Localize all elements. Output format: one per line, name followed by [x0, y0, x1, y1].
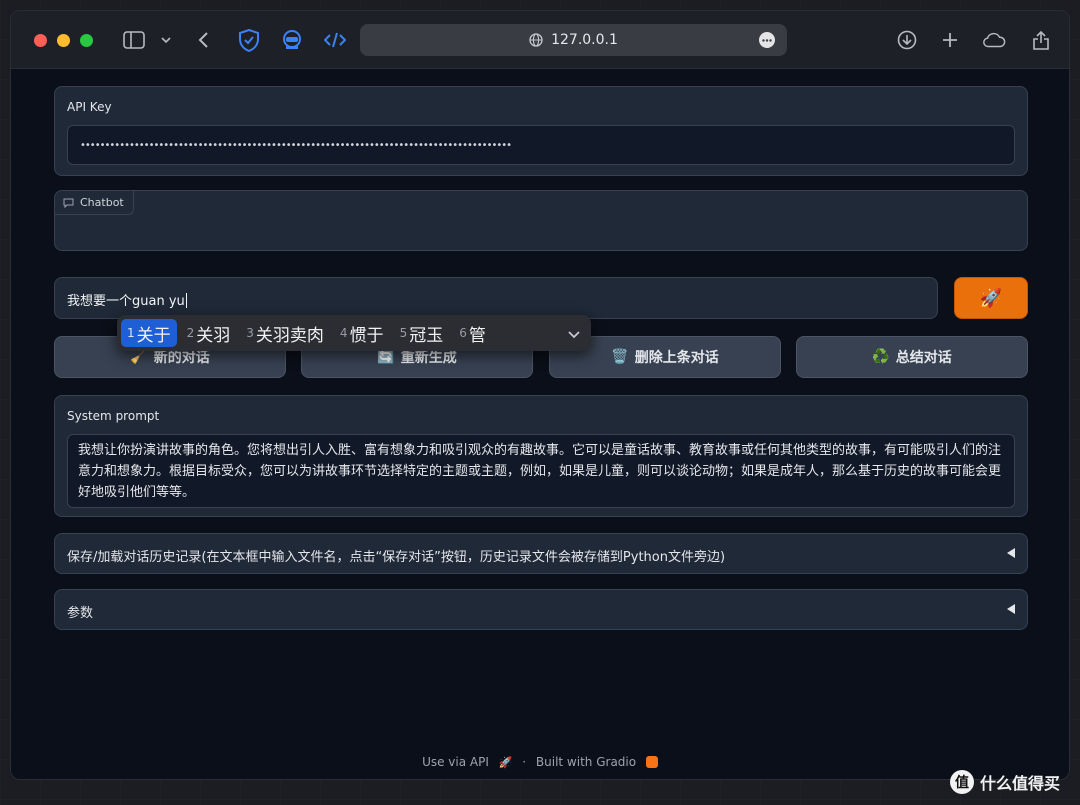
send-button[interactable]: 🚀 — [954, 277, 1028, 319]
ime-candidate[interactable]: 1 关于 — [121, 319, 177, 347]
recycle-icon: ♻️ — [872, 349, 890, 365]
ime-expand-chevron-icon[interactable] — [567, 324, 581, 343]
sidebar-toggle-icon[interactable] — [122, 28, 146, 52]
ime-candidate[interactable]: 5 冠玉 — [394, 319, 450, 347]
footer-separator: · — [522, 755, 527, 769]
minimize-window-button[interactable] — [57, 34, 70, 47]
globe-icon — [529, 33, 543, 47]
collapse-arrow-icon — [1007, 604, 1015, 614]
watermark-text: 什么值得买 — [980, 774, 1061, 793]
api-key-input[interactable]: ••••••••••••••••••••••••••••••••••••••••… — [67, 125, 1015, 165]
code-icon[interactable] — [323, 28, 347, 52]
chatbot-block: Chatbot — [54, 190, 1028, 251]
use-via-api-link[interactable]: Use via API — [422, 755, 489, 769]
summarize-button[interactable]: ♻️ 总结对话 — [796, 336, 1028, 378]
privacy-icon[interactable] — [280, 28, 304, 52]
rocket-icon: 🚀 — [979, 287, 1003, 309]
message-input[interactable]: 我想要一个guan yu — [54, 277, 938, 319]
watermark-logo-icon: 值 — [950, 770, 974, 794]
ime-candidate-bar: 1 关于 2 关羽 3 关羽卖肉 4 惯于 5 冠玉 6管 — [117, 315, 591, 351]
ime-candidate[interactable]: 2 关羽 — [181, 319, 237, 347]
trash-icon: 🗑️ — [611, 349, 629, 365]
rocket-icon: 🚀 — [498, 756, 513, 769]
built-with-gradio-link[interactable]: Built with Gradio — [536, 755, 636, 769]
gradio-logo-icon — [645, 756, 658, 768]
watermark: 值 什么值得买 — [950, 768, 1060, 796]
ime-candidate[interactable]: 3 关羽卖肉 — [240, 319, 330, 347]
system-prompt-label: System prompt — [67, 409, 160, 423]
shield-icon[interactable] — [237, 28, 261, 52]
chevron-down-icon[interactable] — [154, 28, 178, 52]
ime-candidate[interactable]: 4 惯于 — [334, 319, 390, 347]
collapse-arrow-icon — [1007, 548, 1015, 558]
save-load-label: 保存/加载对话历史记录(在文本框中输入文件名，点击“保存对话”按钮，历史记录文件… — [67, 550, 726, 565]
api-key-value: ••••••••••••••••••••••••••••••••••••••••… — [80, 140, 512, 151]
more-icon[interactable] — [759, 32, 775, 48]
summarize-label: 总结对话 — [895, 350, 952, 366]
broom-icon: 🧹 — [130, 349, 148, 365]
chatbot-label: Chatbot — [55, 191, 134, 215]
chatbot-label-text: Chatbot — [80, 196, 124, 209]
close-window-button[interactable] — [34, 34, 47, 47]
new-tab-icon[interactable] — [938, 28, 962, 52]
address-bar[interactable]: 127.0.0.1 — [360, 24, 787, 56]
cloud-icon[interactable] — [982, 28, 1006, 52]
refresh-icon: 🔄 — [377, 349, 395, 365]
zoom-window-button[interactable] — [80, 34, 93, 47]
url-text: 127.0.0.1 — [551, 32, 618, 48]
api-key-label: API Key — [67, 100, 112, 114]
params-label: 参数 — [67, 606, 94, 621]
share-icon[interactable] — [1029, 28, 1053, 52]
chat-bubble-icon — [63, 198, 74, 208]
delete-last-label: 删除上条对话 — [634, 350, 719, 366]
params-accordion[interactable]: 参数 — [54, 589, 1028, 630]
download-icon[interactable] — [895, 28, 919, 52]
gradio-footer: Use via API 🚀 · Built with Gradio — [11, 755, 1069, 769]
system-prompt-textarea[interactable]: 我想让你扮演讲故事的角色。您将想出引人入胜、富有想象力和吸引观众的有趣故事。它可… — [67, 434, 1015, 508]
ime-candidate[interactable]: 6管 — [453, 319, 492, 347]
system-prompt-block: System prompt 我想让你扮演讲故事的角色。您将想出引人入胜、富有想象… — [54, 395, 1028, 517]
browser-window: 127.0.0.1 API Key ••••••••••••••••••••••… — [10, 10, 1070, 780]
api-key-block: API Key ••••••••••••••••••••••••••••••••… — [54, 86, 1028, 176]
gradio-app: API Key ••••••••••••••••••••••••••••••••… — [11, 69, 1069, 779]
text-caret — [185, 293, 187, 308]
browser-toolbar: 127.0.0.1 — [11, 11, 1069, 69]
message-input-text: 我想要一个guan yu — [67, 294, 185, 309]
back-arrow-icon[interactable] — [192, 28, 216, 52]
save-load-accordion[interactable]: 保存/加载对话历史记录(在文本框中输入文件名，点击“保存对话”按钮，历史记录文件… — [54, 533, 1028, 574]
